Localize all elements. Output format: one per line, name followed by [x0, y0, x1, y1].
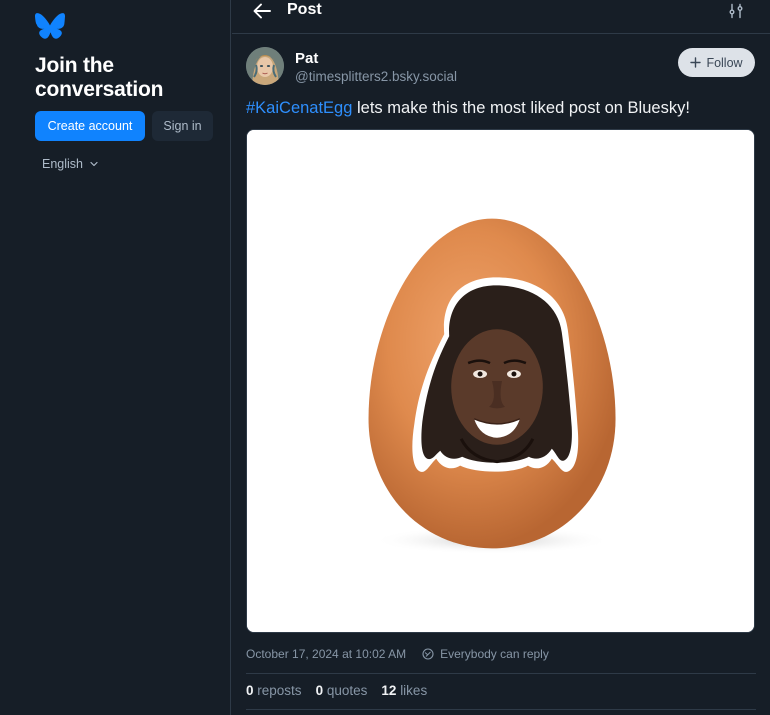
likes-stat[interactable]: 12 likes [381, 683, 427, 698]
globe-reply-icon [422, 648, 434, 660]
chevron-down-icon [90, 161, 98, 167]
reposts-count: 0 [246, 683, 254, 698]
language-label: English [42, 157, 83, 171]
reply-setting[interactable]: Everybody can reply [440, 647, 549, 661]
arrow-left-icon[interactable] [252, 2, 272, 20]
sliders-icon[interactable] [728, 3, 744, 19]
avatar[interactable] [246, 47, 284, 85]
post-timestamp: October 17, 2024 at 10:02 AM [246, 647, 407, 661]
post-stats: 0 reposts 0 quotes 12 likes [246, 683, 427, 698]
page-title: Post [287, 1, 322, 18]
language-selector[interactable]: English [42, 156, 99, 172]
follow-label: Follow [706, 55, 743, 70]
left-sidebar: Join the conversation Create account Sig… [0, 0, 231, 715]
avatar-image [246, 47, 284, 85]
bluesky-butterfly-icon[interactable] [35, 13, 65, 40]
sign-in-button[interactable]: Sign in [152, 111, 213, 141]
post-image[interactable] [246, 129, 755, 633]
post-text: #KaiCenatEgg lets make this the most lik… [246, 97, 756, 119]
main-column: Post Pat @timesplitters2.bsky.social Fol… [232, 0, 770, 715]
reposts-label: reposts [257, 683, 302, 698]
author-name[interactable]: Pat [295, 50, 318, 67]
post-body: lets make this the most liked post on Bl… [352, 99, 690, 117]
hashtag-link[interactable]: #KaiCenatEgg [246, 99, 352, 117]
divider [246, 709, 756, 710]
quotes-stat[interactable]: 0 quotes [316, 683, 368, 698]
divider [246, 673, 756, 674]
reposts-stat[interactable]: 0 reposts [246, 683, 302, 698]
quotes-label: quotes [326, 683, 368, 698]
app-page: Join the conversation Create account Sig… [0, 0, 770, 715]
likes-count: 12 [381, 683, 397, 698]
post-header: Post [232, 0, 770, 34]
create-account-button[interactable]: Create account [35, 111, 145, 141]
post-meta: October 17, 2024 at 10:02 AM Everybody c… [246, 647, 549, 661]
egg-image [247, 130, 754, 632]
quotes-count: 0 [315, 683, 324, 698]
likes-label: likes [400, 683, 428, 698]
follow-button[interactable]: Follow [678, 48, 755, 77]
plus-icon [690, 57, 702, 68]
author-handle[interactable]: @timesplitters2.bsky.social [295, 69, 457, 84]
join-title: Join the conversation [35, 54, 164, 101]
